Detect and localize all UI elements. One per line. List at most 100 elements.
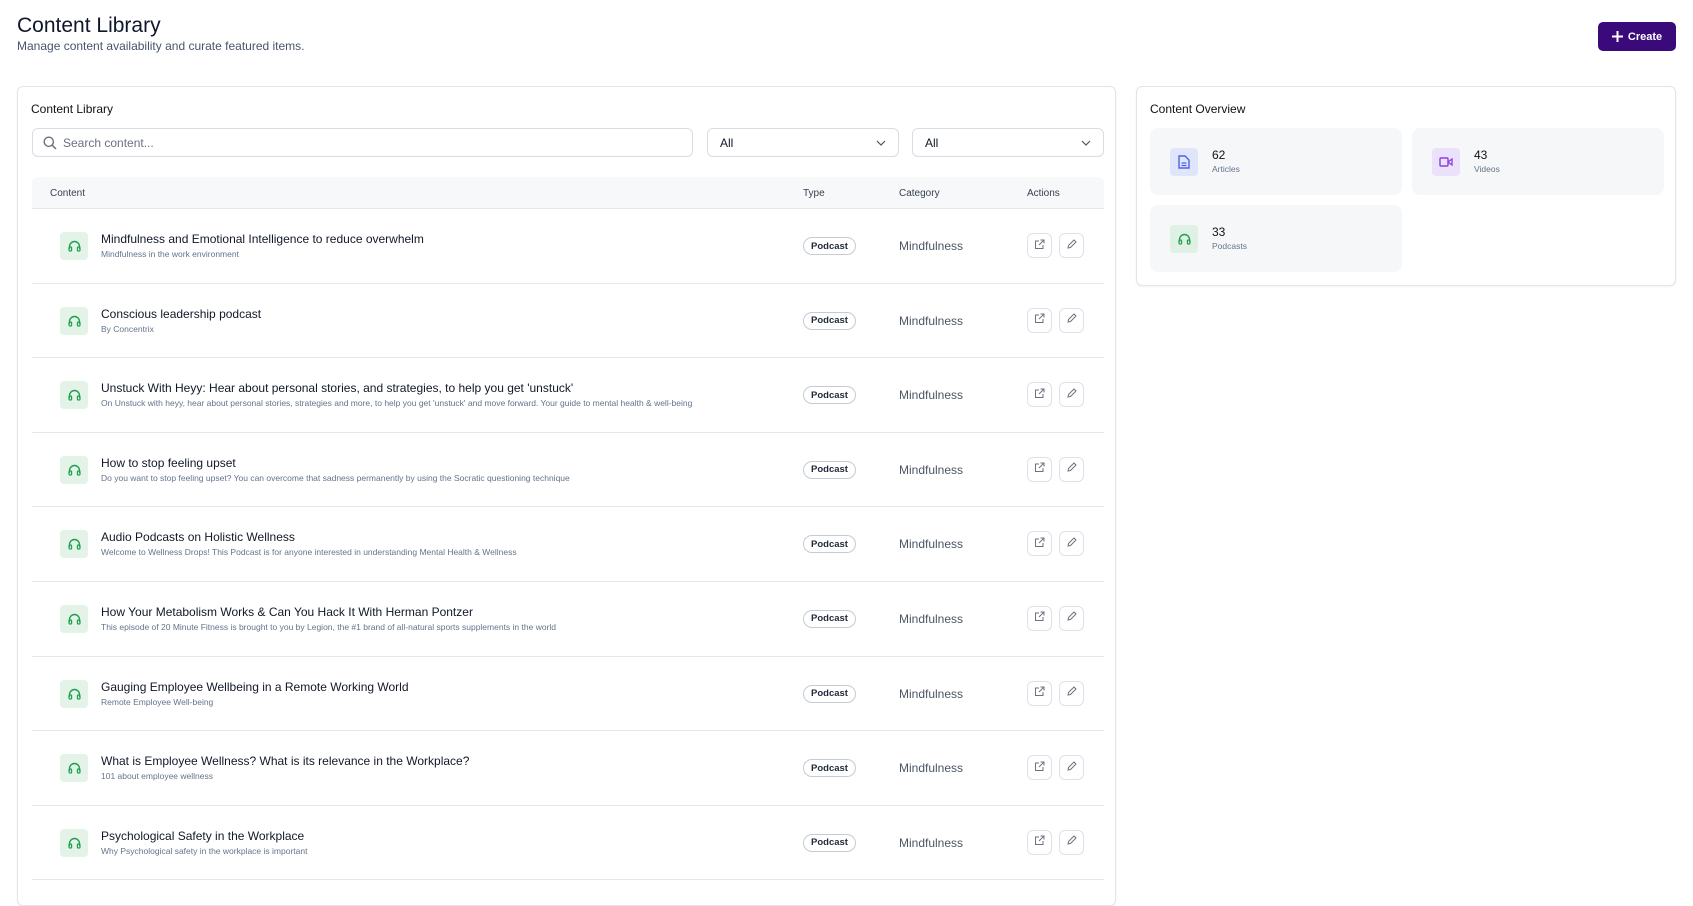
content-description: Remote Employee Well-being [101, 696, 214, 707]
type-badge: Podcast [803, 535, 856, 554]
edit-button[interactable] [1059, 755, 1084, 781]
content-description: Why Psychological safety in the workplac… [101, 845, 308, 856]
content-title: Conscious leadership podcast [101, 306, 262, 321]
content-table: Content Type Category Actions Mindfulnes… [32, 177, 1104, 881]
type-badge: Podcast [803, 759, 856, 778]
type-filter-value: All [720, 135, 734, 150]
headphones-icon [60, 828, 88, 857]
category-filter-select[interactable]: All [912, 128, 1104, 157]
edit-button[interactable] [1059, 531, 1084, 557]
category-text: Mindfulness [899, 835, 964, 850]
create-button[interactable]: Create [1598, 22, 1676, 51]
external-link-icon [1034, 237, 1045, 255]
open-external-button[interactable] [1027, 307, 1052, 333]
content-description: Do you want to stop feeling upset? You c… [101, 472, 570, 483]
headphones-icon [60, 455, 88, 484]
edit-button[interactable] [1059, 829, 1084, 855]
open-external-button[interactable] [1027, 680, 1052, 706]
stat-label: Articles [1212, 164, 1240, 174]
edit-button[interactable] [1059, 233, 1084, 258]
pencil-icon [1066, 460, 1077, 478]
open-external-button[interactable] [1027, 829, 1052, 855]
search-box[interactable] [32, 128, 693, 157]
table-row: Mindfulness and Emotional Intelligence t… [32, 209, 1104, 284]
content-title: How to stop feeling upset [101, 455, 236, 470]
type-badge: Podcast [803, 833, 856, 852]
type-badge: Podcast [803, 460, 856, 479]
type-badge: Podcast [803, 311, 856, 330]
category-text: Mindfulness [899, 761, 964, 776]
type-badge: Podcast [803, 386, 856, 405]
pencil-icon [1066, 535, 1077, 553]
content-description: On Unstuck with heyy, hear about persona… [101, 398, 693, 409]
edit-button[interactable] [1059, 382, 1084, 408]
content-description: By Concentrix [101, 323, 154, 334]
category-filter-value: All [925, 135, 939, 150]
external-link-icon [1034, 460, 1045, 478]
pencil-icon [1066, 237, 1077, 255]
edit-button[interactable] [1059, 680, 1084, 706]
external-link-icon [1034, 535, 1045, 553]
content-description: 101 about employee wellness [101, 771, 213, 782]
search-icon [43, 136, 57, 150]
open-external-button[interactable] [1027, 382, 1052, 408]
table-row: Audio Podcasts on Holistic Wellness Welc… [32, 507, 1104, 582]
external-link-icon [1034, 833, 1045, 851]
stat-label: Videos [1474, 164, 1500, 174]
headphones-icon [60, 232, 88, 260]
content-title: Mindfulness and Emotional Intelligence t… [101, 232, 424, 246]
content-title: Audio Podcasts on Holistic Wellness [101, 530, 295, 545]
external-link-icon [1034, 759, 1045, 777]
open-external-button[interactable] [1027, 233, 1052, 258]
type-filter-select[interactable]: All [707, 128, 899, 157]
content-title: Gauging Employee Wellbeing in a Remote W… [101, 679, 409, 694]
table-row: How Your Metabolism Works & Can You Hack… [32, 582, 1104, 657]
plus-icon [1611, 31, 1623, 42]
table-row: Gauging Employee Wellbeing in a Remote W… [32, 657, 1104, 732]
column-header-category: Category [899, 188, 940, 199]
video-icon [1432, 148, 1460, 176]
headphones-icon [60, 381, 88, 410]
headphones-icon [60, 679, 88, 708]
page-subtitle: Manage content availability and curate f… [17, 39, 305, 53]
headphones-icon [1170, 225, 1198, 253]
table-row: What is Employee Wellness? What is its r… [32, 731, 1104, 806]
pencil-icon [1066, 833, 1077, 851]
column-header-content: Content [50, 188, 86, 199]
column-header-type: Type [803, 188, 825, 199]
type-badge: Podcast [803, 684, 856, 703]
type-badge: Podcast [803, 237, 856, 255]
pencil-icon [1066, 684, 1077, 702]
document-icon [1170, 148, 1198, 176]
table-row: Conscious leadership podcast By Concentr… [32, 284, 1104, 359]
open-external-button[interactable] [1027, 605, 1052, 631]
table-row: Unstuck With Heyy: Hear about personal s… [32, 358, 1104, 433]
content-description: Mindfulness in the work environment [101, 249, 239, 259]
search-input[interactable] [63, 135, 663, 150]
type-badge: Podcast [803, 609, 856, 628]
edit-button[interactable] [1059, 605, 1084, 631]
edit-button[interactable] [1059, 456, 1084, 482]
table-row: Psychological Safety in the Workplace Wh… [32, 806, 1104, 881]
category-text: Mindfulness [899, 537, 964, 552]
content-description: This episode of 20 Minute Fitness is bro… [101, 621, 557, 632]
content-overview-card: Content Overview 62 Articles 43 Videos 3… [1136, 86, 1676, 286]
stat-count: 33 [1212, 225, 1226, 239]
external-link-icon [1034, 684, 1045, 702]
stat-count: 62 [1212, 148, 1226, 162]
headphones-icon [60, 754, 88, 783]
table-header: Content Type Category Actions [32, 177, 1104, 209]
external-link-icon [1034, 311, 1045, 329]
chevron-down-icon [876, 140, 886, 146]
open-external-button[interactable] [1027, 456, 1052, 482]
stat-count: 43 [1474, 148, 1488, 162]
edit-button[interactable] [1059, 307, 1084, 333]
pencil-icon [1066, 311, 1077, 329]
category-text: Mindfulness [899, 611, 964, 626]
create-label: Create [1627, 30, 1663, 43]
headphones-icon [60, 306, 88, 335]
open-external-button[interactable] [1027, 531, 1052, 557]
stat-podcasts: 33 Podcasts [1150, 205, 1402, 272]
chevron-down-icon [1081, 140, 1091, 146]
open-external-button[interactable] [1027, 755, 1052, 781]
